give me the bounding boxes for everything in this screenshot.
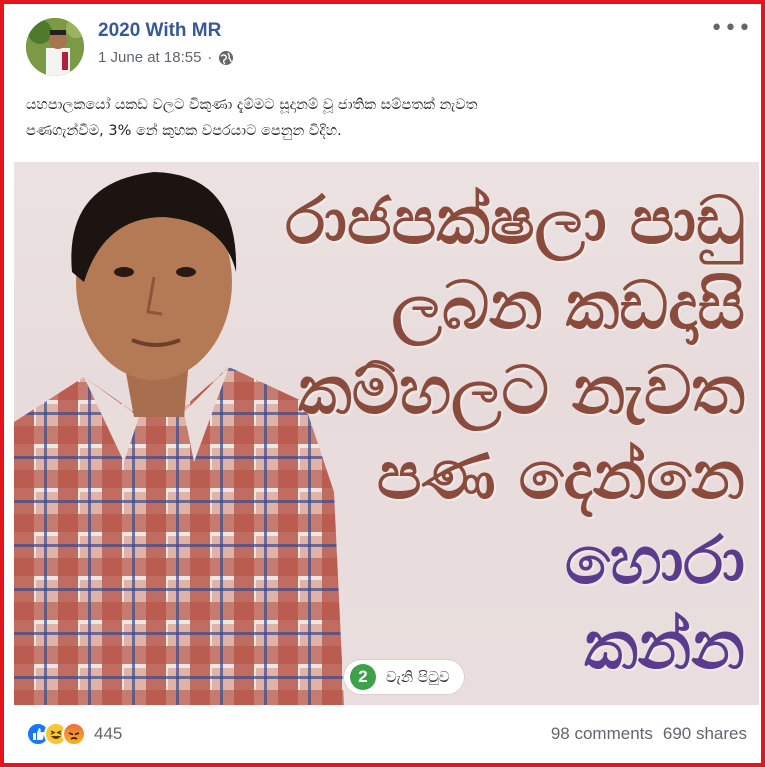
post-footer: 445 98 comments 690 shares: [24, 720, 749, 754]
headline-line: ලබන කඩදාසි: [391, 267, 745, 344]
headline-line: හොරා: [564, 522, 745, 599]
headline-line: කන්න: [584, 607, 745, 684]
shares-count[interactable]: 690 shares: [663, 724, 747, 744]
separator: ·: [207, 49, 213, 66]
more-options-icon[interactable]: •••: [710, 16, 752, 41]
badge-number: 2: [350, 664, 376, 690]
headline-line: රාජපක්ෂලා පාඩු: [285, 182, 745, 259]
page-number-badge: 2 වැනි පිටුව: [344, 660, 464, 694]
reaction-count[interactable]: 445: [94, 724, 122, 744]
avatar[interactable]: [26, 18, 84, 76]
reactions-summary[interactable]: 445: [26, 722, 122, 746]
headline-line: පණ දෙන්නෙ: [376, 437, 745, 514]
caption-line: යහපාලකයෝ යකඩ වලට විකුණා දැම්මට සූදානම් ව…: [26, 97, 478, 113]
page-name-link[interactable]: 2020 With MR: [98, 20, 221, 42]
angry-icon: [62, 722, 86, 746]
engagement-counts: 98 comments 690 shares: [551, 724, 747, 744]
post-meta: 1 June at 18:55 ·: [98, 49, 234, 66]
headline-line: කම්හලට නැවත: [298, 352, 745, 429]
post-frame: 2020 With MR 1 June at 18:55 · ••• යහපාල…: [0, 0, 765, 767]
headline: රාජපක්ෂලා පාඩු ලබන කඩදාසි කම්හලට නැවත පණ…: [185, 178, 745, 688]
caption-line: පණගැන්වීම, 3% නේ කුහක වපරයාට පෙනුන විදිහ…: [26, 123, 342, 139]
globe-icon[interactable]: [218, 50, 234, 66]
post-caption: යහපාලකයෝ යකඩ වලට විකුණා දැම්මට සූදානම් ව…: [26, 92, 746, 144]
post-image[interactable]: රාජපක්ෂලා පාඩු ලබන කඩදාසි කම්හලට නැවත පණ…: [14, 162, 759, 705]
comments-count[interactable]: 98 comments: [551, 724, 653, 744]
post-header: 2020 With MR 1 June at 18:55 · •••: [24, 16, 754, 76]
badge-label: වැනි පිටුව: [386, 668, 450, 686]
timestamp[interactable]: 1 June at 18:55: [98, 49, 201, 66]
